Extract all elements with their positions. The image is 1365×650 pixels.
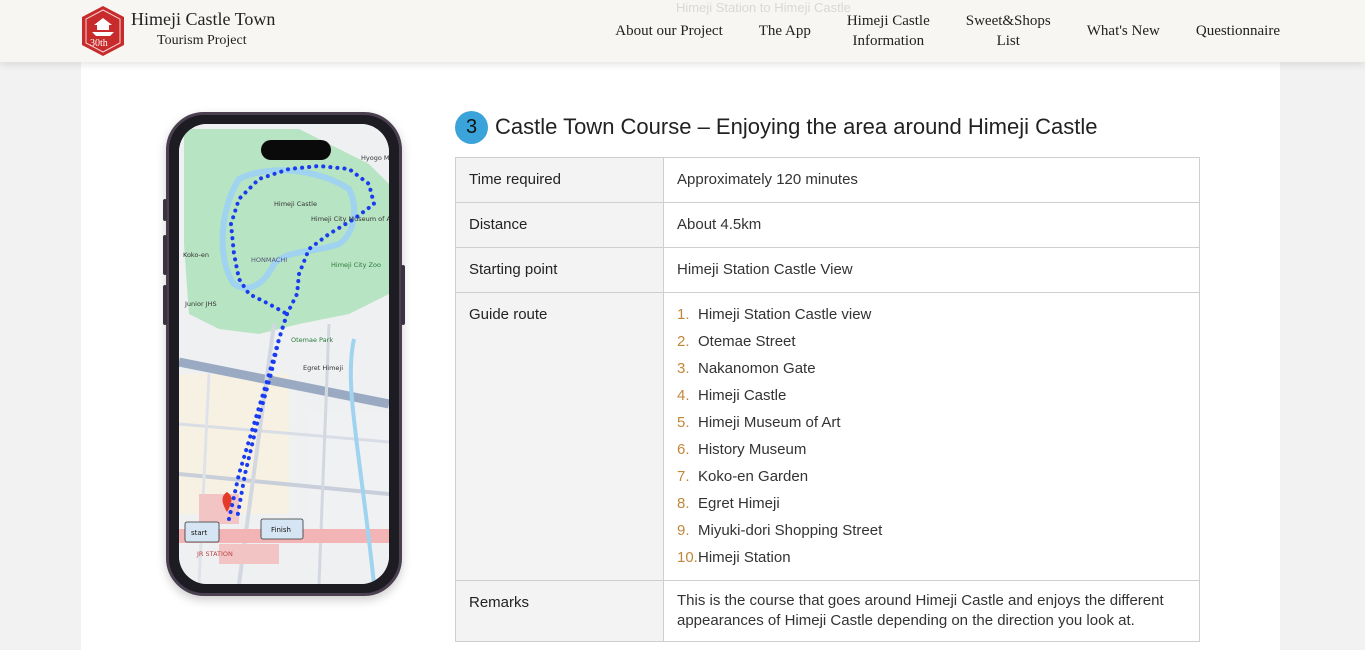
route-map-svg: Hyogo Museu Himeji Castle Himeji City Mu…	[179, 124, 389, 584]
phone-volume-down-button	[163, 285, 167, 325]
phone-side-button	[163, 199, 167, 221]
phone-power-button	[401, 265, 405, 325]
map-label-otemae-park: Otemae Park	[291, 336, 333, 344]
route-map: Hyogo Museu Himeji Castle Himeji City Mu…	[179, 124, 389, 584]
list-item: 3. Nakanomon Gate	[677, 360, 816, 377]
time-value: Approximately 120 minutes	[663, 157, 1200, 203]
map-label-station: JR STATION	[196, 550, 233, 558]
list-item: 7. Koko-en Garden	[677, 468, 809, 485]
map-label-honmachi: HONMACHI	[251, 256, 287, 264]
nav-questionnaire[interactable]: Questionnaire	[1196, 21, 1280, 41]
site-header: 30th Himeji Castle Town Tourism Project …	[0, 0, 1365, 62]
map-label-egret: Egret Himeji	[303, 364, 343, 372]
start-value: Himeji Station Castle View	[663, 247, 1200, 293]
guide-route-list: 1. Himeji Station Castle view 2. Otemae St…	[677, 305, 1186, 568]
distance-label: Distance	[455, 202, 664, 248]
map-city-block	[179, 374, 289, 514]
map-label-hyogo-museum: Hyogo Museu	[361, 154, 389, 162]
map-label-jhs: Junior JHS	[184, 300, 217, 308]
section-number-badge: 3	[455, 111, 488, 144]
main-navigation: About our Project The App Himeji Castle I…	[579, 0, 1280, 62]
list-item: 1. Himeji Station Castle view	[677, 306, 872, 323]
dynamic-island	[261, 140, 331, 160]
remarks-label: Remarks	[455, 580, 664, 642]
nav-about-project[interactable]: About our Project	[615, 21, 722, 41]
logo-title: Himeji Castle Town	[131, 9, 276, 29]
table-row-start: Starting point Himeji Station Castle Vie…	[455, 247, 1200, 293]
list-item: 2. Otemae Street	[677, 333, 796, 350]
list-item: 6. History Museum	[677, 441, 807, 458]
table-row-time: Time required Approximately 120 minutes	[455, 157, 1200, 203]
logo-subtitle: Tourism Project	[157, 33, 247, 48]
nav-sweets-shops-list[interactable]: Sweet&Shops List	[966, 11, 1051, 51]
start-label: Starting point	[455, 247, 664, 293]
list-item: 9. Miyuki-dori Shopping Street	[677, 522, 883, 539]
nav-the-app[interactable]: The App	[759, 21, 811, 41]
section-title: Castle Town Course – Enjoying the area a…	[495, 114, 1098, 139]
remarks-value: This is the course that goes around Hime…	[663, 580, 1200, 642]
course-info-table: Time required Approximately 120 minutes …	[455, 157, 1200, 642]
list-item: 5. Himeji Museum of Art	[677, 414, 841, 431]
nav-whats-new[interactable]: What's New	[1087, 21, 1160, 41]
phone-mockup: Hyogo Museu Himeji Castle Himeji City Mu…	[163, 112, 405, 596]
finish-callout-label: Finish	[271, 526, 291, 534]
map-label-city-museum: Himeji City Museum of Art	[311, 215, 389, 223]
table-row-route: Guide route 1. Himeji Station Castle view…	[455, 292, 1200, 581]
start-callout-label: start	[191, 529, 208, 537]
distance-value: About 4.5km	[663, 202, 1200, 248]
map-label-koko-en: Koko-en	[183, 251, 209, 259]
anniversary-badge-text: 30th	[90, 38, 108, 49]
phone-volume-up-button	[163, 235, 167, 275]
route-label: Guide route	[455, 292, 664, 581]
list-item: 10. Himeji Station	[677, 549, 791, 566]
castle-logo-icon: 30th	[80, 5, 126, 57]
list-item: 8. Egret Himeji	[677, 495, 780, 512]
nav-castle-information[interactable]: Himeji Castle Information	[847, 11, 930, 51]
list-item: 4. Himeji Castle	[677, 387, 787, 404]
site-logo[interactable]: 30th Himeji Castle Town Tourism Project	[80, 5, 275, 57]
table-row-distance: Distance About 4.5km	[455, 202, 1200, 248]
map-label-zoo: Himeji City Zoo	[331, 261, 381, 269]
table-row-remarks: Remarks This is the course that goes aro…	[455, 580, 1200, 642]
time-label: Time required	[455, 157, 664, 203]
map-label-himeji-castle: Himeji Castle	[274, 200, 317, 208]
